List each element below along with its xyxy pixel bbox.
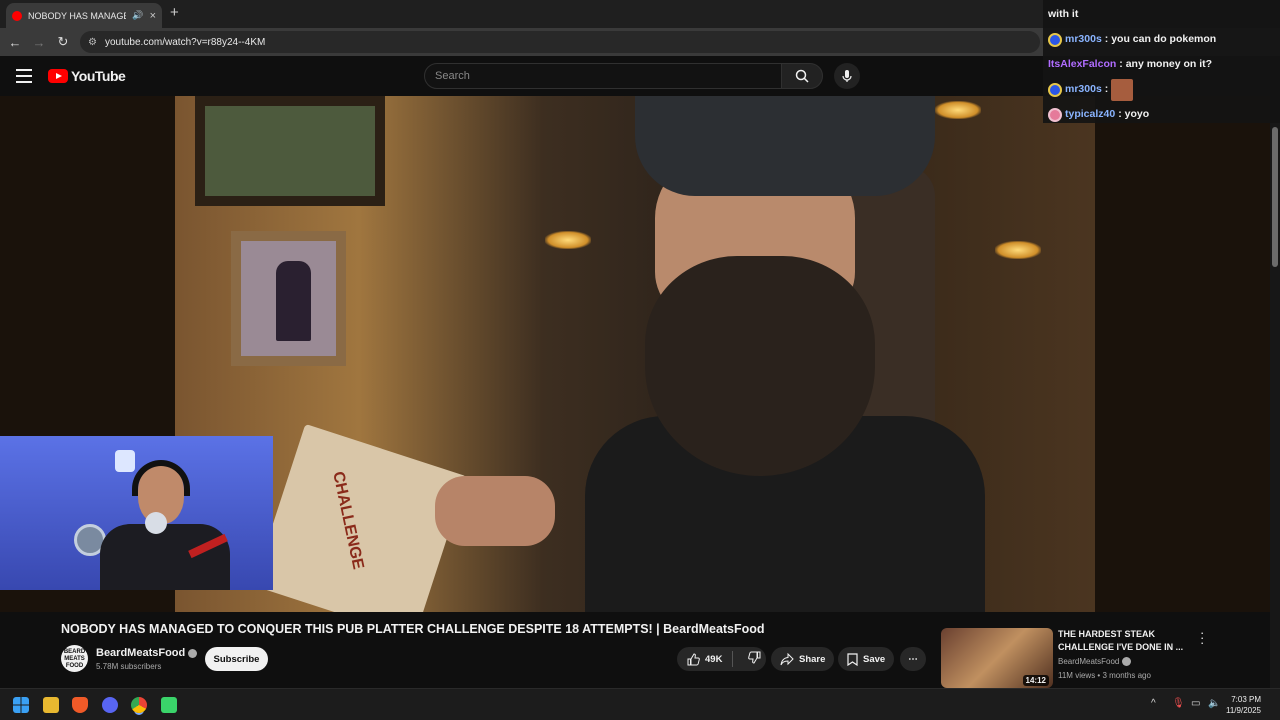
clock-time: 7:03 PM <box>1231 695 1261 704</box>
user-badge-icon <box>1048 107 1062 122</box>
save-label: Save <box>863 653 886 665</box>
voice-search-button[interactable] <box>834 63 860 89</box>
tab-close-icon[interactable]: × <box>150 10 156 22</box>
ceiling-lamp <box>995 241 1041 259</box>
address-bar[interactable]: ⚙ youtube.com/watch?v=r88y24--4KM <box>80 31 1040 53</box>
page-scrollbar[interactable] <box>1270 123 1280 688</box>
related-video-meta: 11M views • 3 months ago <box>1058 671 1151 680</box>
chat-app-icon[interactable] <box>161 697 177 713</box>
forward-icon[interactable]: → <box>27 35 51 50</box>
scrollbar-thumb[interactable] <box>1272 127 1278 267</box>
chat-message: mr300s: <box>1048 77 1275 102</box>
stream-chat-overlay: with it mr300s: you can do pokemon ItsAl… <box>1043 0 1280 123</box>
dislike-button[interactable] <box>738 651 771 667</box>
related-more-icon[interactable]: · · · <box>1200 626 1204 649</box>
youtube-favicon-icon <box>12 10 22 21</box>
wall-portrait <box>231 231 346 366</box>
channel-avatar[interactable]: BEARD MEATS FOOD <box>61 645 88 672</box>
brave-browser-icon[interactable] <box>72 697 88 713</box>
clock[interactable]: 7:03 PM 11/9/2025 <box>1226 694 1261 716</box>
site-info-icon[interactable]: ⚙ <box>88 37 97 48</box>
related-channel[interactable]: BeardMeatsFood <box>1058 657 1132 666</box>
related-video-title[interactable]: THE HARDEST STEAK CHALLENGE I'VE DONE IN… <box>1058 628 1188 654</box>
channel-name-text: BeardMeatsFood <box>96 647 186 659</box>
youtube-logo[interactable]: YouTube <box>48 68 126 84</box>
logo-text: YouTube <box>71 68 126 84</box>
presenter <box>585 96 985 612</box>
user-badge-icon <box>1048 82 1062 97</box>
video-title: NOBODY HAS MANAGED TO CONQUER THIS PUB P… <box>61 622 765 636</box>
windows-start-icon[interactable] <box>13 697 29 713</box>
youtube-play-icon <box>48 69 68 83</box>
chat-username: typicalz40 <box>1065 108 1116 120</box>
channel-name[interactable]: BeardMeatsFood <box>96 647 198 659</box>
streamer <box>100 460 230 590</box>
thumbs-up-icon <box>687 652 700 665</box>
thumbs-down-icon <box>748 651 761 664</box>
like-count: 49K <box>705 653 723 665</box>
new-tab-button[interactable]: + <box>170 4 179 21</box>
reload-icon[interactable]: ↻ <box>51 34 75 50</box>
chat-text: : any money on it? <box>1119 58 1213 70</box>
search-input[interactable]: Search <box>424 63 782 89</box>
search-icon <box>795 69 809 83</box>
chat-text: : you can do pokemon <box>1104 33 1217 45</box>
chat-message: ItsAlexFalcon: any money on it? <box>1048 52 1275 77</box>
chat-message: typicalz40: yoyo <box>1048 102 1275 127</box>
chat-text: : yoyo <box>1118 108 1150 120</box>
verified-icon <box>1122 657 1132 666</box>
url-text: youtube.com/watch?v=r88y24--4KM <box>104 36 266 48</box>
related-video-thumbnail[interactable]: 14:12 <box>941 628 1053 688</box>
more-icon: ⋯ <box>908 653 918 665</box>
like-dislike-group: 49K <box>677 647 766 671</box>
menu-text: CHALLENGE <box>329 470 367 571</box>
related-channel-name: BeardMeatsFood <box>1058 657 1120 666</box>
emote-icon <box>1111 78 1134 101</box>
share-icon <box>780 652 794 665</box>
file-explorer-icon[interactable] <box>43 697 59 713</box>
subscribe-button[interactable]: Subscribe <box>205 647 268 671</box>
share-label: Share <box>799 653 826 665</box>
ceiling-lamp <box>545 231 591 249</box>
back-icon[interactable]: ← <box>3 35 27 50</box>
microphone-icon <box>842 70 852 82</box>
microphone-tray-icon[interactable]: 🎙 <box>1172 698 1185 709</box>
hamburger-menu-icon[interactable] <box>16 69 32 87</box>
more-actions-button[interactable]: ⋯ <box>900 647 926 671</box>
save-button[interactable]: Save <box>838 647 895 671</box>
clock-date: 11/9/2025 <box>1226 706 1261 715</box>
search-button[interactable] <box>781 63 823 89</box>
chat-username: ItsAlexFalcon <box>1048 58 1117 70</box>
share-button[interactable]: Share <box>771 647 835 671</box>
like-button[interactable]: 49K <box>677 651 734 667</box>
windows-taskbar: ^ 🎙 ▭ 🔈 7:03 PM 11/9/2025 <box>0 688 1280 720</box>
chat-text: : <box>1104 83 1109 95</box>
bookmark-icon <box>847 652 858 666</box>
network-icon[interactable]: ▭ <box>1191 698 1200 709</box>
webcam-overlay <box>0 436 273 590</box>
chat-message: with it <box>1048 2 1275 27</box>
drink-can <box>145 512 167 534</box>
chat-message: mr300s: you can do pokemon <box>1048 27 1275 52</box>
chat-username: mr300s <box>1065 33 1102 45</box>
user-badge-icon <box>1048 32 1062 47</box>
subscriber-count: 5.78M subscribers <box>96 662 162 671</box>
verified-icon <box>188 648 198 658</box>
tab-title: NOBODY HAS MANAGED T <box>28 10 126 21</box>
audio-playing-icon[interactable]: 🔊 <box>132 10 143 21</box>
headset-icon <box>132 460 190 496</box>
tray-overflow-icon[interactable]: ^ <box>1151 698 1156 709</box>
video-duration: 14:12 <box>1022 675 1049 686</box>
volume-icon[interactable]: 🔈 <box>1208 698 1220 709</box>
chat-username: mr300s <box>1065 83 1102 95</box>
browser-tab[interactable]: NOBODY HAS MANAGED T 🔊 × <box>6 3 162 28</box>
discord-icon[interactable] <box>102 697 118 713</box>
wall-painting <box>195 96 385 206</box>
hand <box>435 476 555 546</box>
chat-text: with it <box>1048 8 1079 20</box>
chrome-icon[interactable] <box>131 697 147 713</box>
video-frame: CHALLENGE <box>175 96 1095 612</box>
